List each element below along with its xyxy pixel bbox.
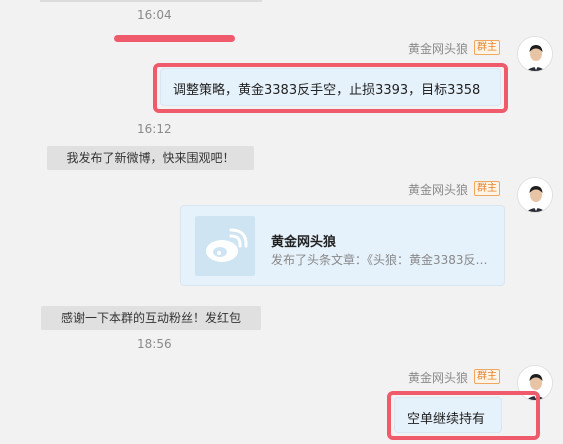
owner-badge: 群主 [474, 181, 500, 196]
sender-name: 黄金网头狼 [408, 371, 469, 385]
timestamp: 18:56 [137, 337, 172, 351]
annotation-underline [114, 35, 235, 42]
avatar-icon[interactable] [517, 177, 553, 213]
sender-name: 黄金网头狼 [408, 183, 469, 197]
owner-badge: 群主 [474, 40, 500, 55]
card-description: 发布了头条文章：《头狼：黄金3383反… [271, 253, 488, 267]
system-notice: 感谢一下本群的互动粉丝！发红包 [41, 306, 261, 330]
timestamp: 16:04 [137, 8, 172, 22]
annotation-box [387, 391, 540, 440]
weibo-share-card[interactable]: 黄金网头狼 发布了头条文章：《头狼：黄金3383反… [180, 205, 505, 286]
timestamp: 16:12 [137, 122, 172, 136]
annotation-box [153, 63, 508, 113]
system-notice: 我发布了新微博，快来围观吧！ [47, 146, 254, 170]
owner-badge: 群主 [474, 369, 500, 384]
weibo-icon [195, 216, 255, 276]
card-title: 黄金网头狼 [271, 235, 337, 250]
top-divider [40, 0, 262, 2]
avatar-icon[interactable] [517, 36, 553, 72]
sender-name: 黄金网头狼 [408, 42, 469, 56]
